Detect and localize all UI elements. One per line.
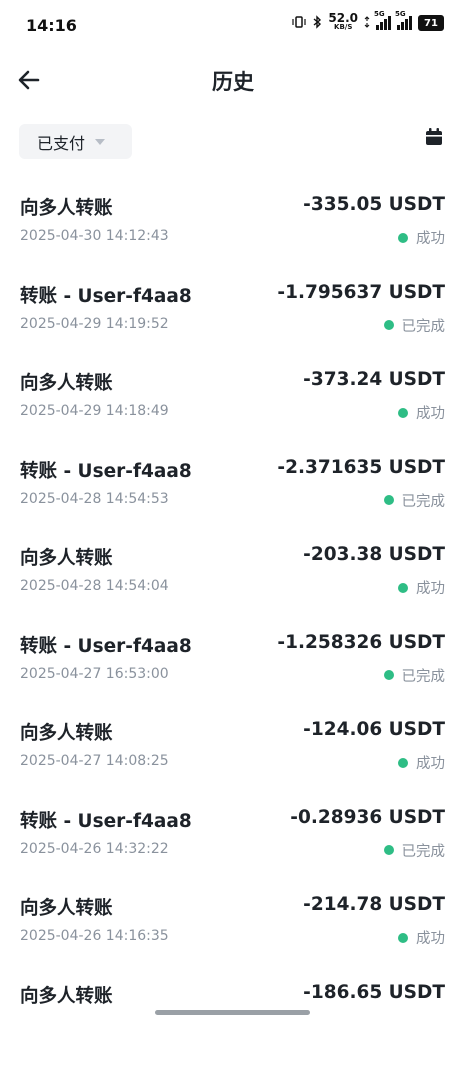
calendar-button[interactable] [424, 127, 444, 147]
vibrate-icon [292, 15, 306, 32]
transaction-date: 2025-04-29 14:19:52 [20, 316, 169, 332]
signal-icon-1: 5G [376, 16, 391, 30]
transaction-name: 向多人转账 [20, 982, 113, 1008]
transaction-date: 2025-04-30 14:12:43 [20, 228, 169, 244]
network-speed: 52.0 KB/S [328, 14, 358, 32]
page-title: 历史 [0, 66, 466, 96]
status-dot-icon [398, 933, 408, 943]
signal-icon-2: 5G [397, 16, 412, 30]
transaction-row[interactable]: 向多人转账 -203.38 USDT 2025-04-28 14:54:04 成… [0, 540, 466, 628]
transaction-status: 成功 [398, 927, 445, 948]
battery-icon: 71 [418, 15, 444, 31]
calendar-icon [424, 127, 444, 147]
transaction-row[interactable]: 向多人转账 -186.65 USDT [0, 978, 466, 1065]
transaction-date: 2025-04-28 14:54:04 [20, 578, 169, 594]
status-icons: 52.0 KB/S 5G 5G 71 [292, 14, 444, 32]
transaction-amount: -0.28936 USDT [290, 807, 445, 828]
status-filter-dropdown[interactable]: 已支付 [19, 124, 132, 159]
status-dot-icon [398, 233, 408, 243]
transaction-amount: -373.24 USDT [303, 369, 445, 390]
status-dot-icon [398, 583, 408, 593]
bluetooth-icon [312, 15, 322, 32]
transaction-date: 2025-04-26 14:32:22 [20, 841, 169, 857]
transaction-name: 向多人转账 [20, 544, 113, 570]
transaction-status: 已完成 [384, 840, 446, 861]
transaction-row[interactable]: 转账 - User-f4aa8 -1.795637 USDT 2025-04-2… [0, 278, 466, 366]
transaction-name: 向多人转账 [20, 369, 113, 395]
transaction-amount: -124.06 USDT [303, 719, 445, 740]
transaction-row[interactable]: 转账 - User-f4aa8 -2.371635 USDT 2025-04-2… [0, 453, 466, 541]
transaction-amount: -214.78 USDT [303, 894, 445, 915]
status-dot-icon [384, 845, 394, 855]
transaction-amount: -1.258326 USDT [277, 632, 445, 653]
status-bar: 14:16 52.0 KB/S 5G 5G 71 [0, 0, 466, 52]
transaction-row[interactable]: 向多人转账 -214.78 USDT 2025-04-26 14:16:35 成… [0, 890, 466, 978]
transaction-date: 2025-04-27 14:08:25 [20, 753, 169, 769]
transaction-row[interactable]: 向多人转账 -373.24 USDT 2025-04-29 14:18:49 成… [0, 365, 466, 453]
transaction-amount: -2.371635 USDT [277, 457, 445, 478]
transaction-amount: -186.65 USDT [303, 982, 445, 1003]
transaction-name: 向多人转账 [20, 719, 113, 745]
transaction-amount: -203.38 USDT [303, 544, 445, 565]
transaction-date: 2025-04-26 14:16:35 [20, 928, 169, 944]
home-indicator[interactable] [155, 1010, 310, 1015]
transaction-name: 转账 - User-f4aa8 [20, 807, 192, 833]
transaction-date: 2025-04-28 14:54:53 [20, 491, 169, 507]
transaction-amount: -335.05 USDT [303, 194, 445, 215]
status-dot-icon [398, 758, 408, 768]
transaction-status: 成功 [398, 577, 445, 598]
transaction-status: 已完成 [384, 315, 446, 336]
transaction-amount: -1.795637 USDT [277, 282, 445, 303]
transaction-list: 向多人转账 -335.05 USDT 2025-04-30 14:12:43 成… [0, 190, 466, 1065]
transaction-name: 转账 - User-f4aa8 [20, 282, 192, 308]
transaction-status: 已完成 [384, 665, 446, 686]
status-time: 14:16 [26, 16, 77, 35]
transaction-name: 转账 - User-f4aa8 [20, 632, 192, 658]
transaction-row[interactable]: 向多人转账 -124.06 USDT 2025-04-27 14:08:25 成… [0, 715, 466, 803]
transaction-row[interactable]: 向多人转账 -335.05 USDT 2025-04-30 14:12:43 成… [0, 190, 466, 278]
header: 历史 [0, 52, 466, 112]
transaction-row[interactable]: 转账 - User-f4aa8 -0.28936 USDT 2025-04-26… [0, 803, 466, 891]
transaction-status: 成功 [398, 227, 445, 248]
status-dot-icon [384, 320, 394, 330]
transaction-date: 2025-04-29 14:18:49 [20, 403, 169, 419]
caret-down-icon [95, 139, 105, 145]
status-dot-icon [384, 495, 394, 505]
transaction-status: 成功 [398, 752, 445, 773]
transaction-date: 2025-04-27 16:53:00 [20, 666, 169, 682]
transaction-row[interactable]: 转账 - User-f4aa8 -1.258326 USDT 2025-04-2… [0, 628, 466, 716]
transaction-status: 成功 [398, 402, 445, 423]
transaction-name: 向多人转账 [20, 894, 113, 920]
transaction-name: 转账 - User-f4aa8 [20, 457, 192, 483]
transaction-name: 向多人转账 [20, 194, 113, 220]
filter-label: 已支付 [37, 130, 85, 154]
data-arrows-icon [364, 16, 370, 31]
status-dot-icon [398, 408, 408, 418]
status-dot-icon [384, 670, 394, 680]
transaction-status: 已完成 [384, 490, 446, 511]
